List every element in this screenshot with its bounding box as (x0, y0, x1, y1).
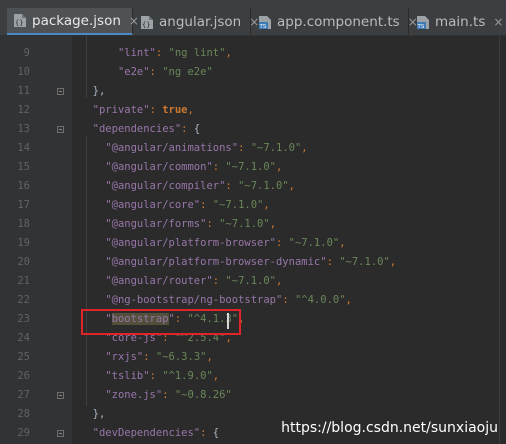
tab-label: angular.json (159, 14, 242, 30)
line-number: 22 (17, 294, 30, 306)
line-number: 28 (17, 408, 30, 420)
code-line: "@angular/router": "~7.1.0", (105, 275, 283, 287)
fold-marker-icon[interactable] (57, 392, 64, 399)
code-line: "private": true, (92, 104, 194, 116)
text-caret (227, 313, 229, 329)
code-line: "@angular/common": "~7.1.0", (105, 161, 283, 173)
line-number: 23 (17, 313, 30, 325)
tab-angular-json[interactable]: {} angular.json × (134, 8, 259, 35)
code-line: "@ng-bootstrap/ng-bootstrap": "^4.0.0", (105, 294, 352, 306)
code-line: "zone.js": "~0.8.26" (105, 389, 232, 401)
fold-marker-icon[interactable] (57, 430, 64, 437)
code-line: "@angular/platform-browser": "~7.1.0", (105, 237, 346, 249)
line-number: 18 (17, 218, 30, 230)
typescript-file-icon: TS (259, 15, 271, 30)
code-line: "dependencies": { (92, 123, 201, 135)
code-line: }, (92, 85, 106, 97)
line-number: 25 (17, 351, 30, 363)
line-number: 24 (17, 332, 30, 344)
line-number: 20 (17, 256, 30, 268)
json-file-icon: {} (141, 15, 153, 29)
right-margin-guide (499, 36, 500, 444)
tab-label: app.component.ts (277, 14, 400, 30)
fold-marker-icon[interactable] (57, 126, 64, 133)
code-line: "@angular/core": "~7.1.0", (105, 199, 270, 211)
line-number: 19 (17, 237, 30, 249)
json-file-icon: {} (14, 14, 26, 27)
line-number: 29 (17, 427, 30, 439)
code-line: "@angular/compiler": "~7.1.0", (105, 180, 295, 192)
tab-label: package.json (32, 12, 121, 29)
line-number-gutter[interactable]: 9 10 11 12 13 14 15 16 17 18 19 20 21 22… (0, 36, 72, 444)
code-line: "@angular/animations": "~7.1.0", (105, 142, 308, 154)
tab-label: main.ts (435, 14, 486, 30)
code-line: "rxjs": "~6.3.3", (105, 351, 213, 363)
watermark: https://blog.csdn.net/sunxiaoju (281, 420, 498, 436)
line-number: 14 (17, 142, 30, 154)
editor-tab-bar: {} package.json × {} angular.json × TS a… (0, 0, 506, 36)
line-number: 15 (17, 161, 30, 173)
code-line: "lint": "ng lint", (117, 47, 232, 59)
svg-text:{}: {} (15, 19, 23, 27)
fold-marker-icon[interactable] (57, 88, 64, 95)
code-line: "@angular/platform-browser-dynamic": "~7… (105, 256, 397, 268)
line-number: 9 (23, 47, 30, 59)
code-line: }, (92, 408, 106, 420)
line-number: 13 (17, 123, 30, 135)
svg-text:{}: {} (142, 21, 150, 29)
line-number: 27 (17, 389, 30, 401)
line-number: 12 (17, 104, 30, 116)
line-number: 16 (17, 180, 30, 192)
code-line: "devDependencies": { (92, 427, 220, 439)
tab-main-ts[interactable]: TS main.ts × (410, 8, 506, 35)
line-number: 21 (17, 275, 30, 287)
red-annotation-box (81, 309, 241, 335)
svg-text:TS: TS (417, 24, 425, 30)
code-line: "e2e": "ng e2e" (117, 66, 213, 78)
tab-app-component-ts[interactable]: TS app.component.ts × (252, 8, 418, 35)
line-number: 17 (17, 199, 30, 211)
line-number: 10 (17, 66, 30, 78)
svg-text:TS: TS (259, 24, 267, 30)
typescript-file-icon: TS (417, 15, 429, 30)
tab-package-json[interactable]: {} package.json × (7, 8, 139, 35)
code-line: "@angular/forms": "~7.1.0", (105, 218, 277, 230)
close-icon[interactable]: × (493, 15, 503, 29)
code-line: "tslib": "^1.9.0", (105, 370, 220, 382)
code-editor[interactable]: "lint": "ng lint", "e2e": "ng e2e" }, "p… (72, 36, 506, 444)
line-number: 11 (17, 85, 30, 97)
line-number: 26 (17, 370, 30, 382)
